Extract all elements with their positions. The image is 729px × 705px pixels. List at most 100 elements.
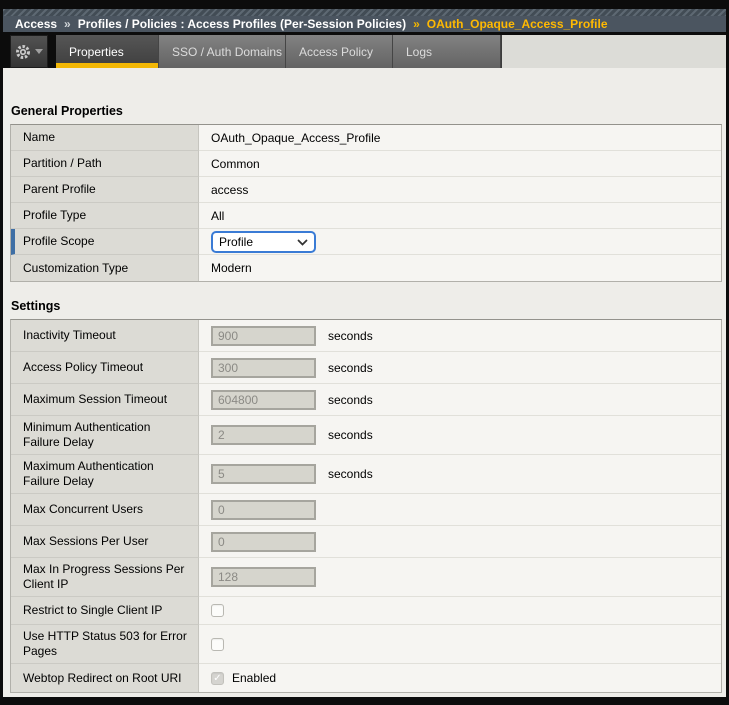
table-row: Profile Scope Profile — [11, 229, 721, 255]
row-label: Parent Profile — [11, 177, 199, 203]
table-row: Customization Type Modern — [11, 255, 721, 281]
max-in-progress-sessions-per-client-ip-input — [211, 567, 316, 587]
row-label: Maximum Authentication Failure Delay — [11, 455, 199, 494]
row-label-text: Customization Type — [23, 261, 128, 276]
row-value: access — [199, 177, 721, 203]
row-value: seconds — [199, 455, 721, 494]
table-row: Partition / Path Common — [11, 151, 721, 177]
webtop-redirect-on-root-uri-checkbox — [211, 672, 224, 685]
table-row: Name OAuth_Opaque_Access_Profile — [11, 125, 721, 151]
general-properties-title: General Properties — [11, 104, 722, 118]
tab-access-policy[interactable]: Access Policy — [286, 35, 393, 68]
row-value: Enabled — [199, 664, 721, 692]
use-http-status-503-for-error-pages-checkbox[interactable] — [211, 638, 224, 651]
gear-icon — [15, 44, 31, 60]
row-label-text: Partition / Path — [23, 156, 102, 171]
row-label-text: Parent Profile — [23, 182, 96, 197]
table-row: Parent Profile access — [11, 177, 721, 203]
access-policy-timeout-input — [211, 358, 316, 378]
restrict-to-single-client-ip-checkbox[interactable] — [211, 604, 224, 617]
row-value: seconds — [199, 320, 721, 352]
row-label-text: Maximum Session Timeout — [23, 392, 167, 407]
caret-down-icon — [35, 49, 43, 54]
tab-properties[interactable]: Properties — [56, 35, 159, 68]
row-label: Restrict to Single Client IP — [11, 597, 199, 625]
table-row: Max Concurrent Users — [11, 494, 721, 526]
row-value: All — [199, 203, 721, 229]
settings-table: Inactivity TimeoutsecondsAccess Policy T… — [10, 319, 722, 693]
profile-scope-select[interactable]: Profile — [211, 231, 316, 253]
row-label-text: Inactivity Timeout — [23, 328, 116, 343]
row-value: seconds — [199, 416, 721, 455]
row-value — [199, 597, 721, 625]
table-row: Maximum Session Timeout seconds — [11, 384, 721, 416]
tab-logs[interactable]: Logs — [393, 35, 501, 68]
breadcrumb-section-link[interactable]: Access — [15, 17, 57, 31]
minimum-authentication-failure-delay-input — [211, 425, 316, 445]
table-row: Profile Type All — [11, 203, 721, 229]
row-label-text: Max In Progress Sessions Per Client IP — [23, 562, 190, 592]
maximum-session-timeout-input — [211, 390, 316, 410]
row-value: OAuth_Opaque_Access_Profile — [199, 125, 721, 151]
row-value: seconds — [199, 384, 721, 416]
row-value — [199, 526, 721, 558]
row-value-text: Common — [211, 157, 260, 171]
row-label: Webtop Redirect on Root URI — [11, 664, 199, 692]
main-content: General Properties Name OAuth_Opaque_Acce… — [3, 68, 726, 697]
tab-label: Logs — [406, 45, 432, 59]
row-label: Profile Type — [11, 203, 199, 229]
row-label: Name — [11, 125, 199, 151]
row-label: Max Sessions Per User — [11, 526, 199, 558]
row-label-text: Minimum Authentication Failure Delay — [23, 420, 190, 450]
table-row: Maximum Authentication Failure Delayseco… — [11, 455, 721, 494]
row-value: Profile — [199, 229, 721, 255]
table-row: Inactivity Timeout seconds — [11, 320, 721, 352]
row-label: Max In Progress Sessions Per Client IP — [11, 558, 199, 597]
breadcrumb: Access » Profiles / Policies : Access Pr… — [3, 9, 726, 32]
breadcrumb-path-link[interactable]: Profiles / Policies : Access Profiles (P… — [78, 17, 406, 31]
breadcrumb-current-item: OAuth_Opaque_Access_Profile — [427, 17, 608, 31]
bigip-window: Access » Profiles / Policies : Access Pr… — [0, 0, 729, 705]
row-label: Customization Type — [11, 255, 199, 281]
row-value — [199, 625, 721, 664]
row-value — [199, 558, 721, 597]
row-value: Common — [199, 151, 721, 177]
row-label-text: Webtop Redirect on Root URI — [23, 671, 182, 686]
row-label: Max Concurrent Users — [11, 494, 199, 526]
checkbox-state-label: Enabled — [232, 671, 276, 685]
table-row: Webtop Redirect on Root URI Enabled — [11, 664, 721, 692]
row-label-text: Use HTTP Status 503 for Error Pages — [23, 629, 190, 659]
row-label-text: Profile Scope — [23, 234, 94, 249]
selected-option-label: Profile — [219, 235, 297, 249]
row-value-text: All — [211, 209, 224, 223]
max-sessions-per-user-input — [211, 532, 316, 552]
table-row: Access Policy Timeout seconds — [11, 352, 721, 384]
row-value-text: access — [211, 183, 248, 197]
row-label: Maximum Session Timeout — [11, 384, 199, 416]
tab-bar-filler — [501, 35, 726, 68]
chevron-down-icon — [297, 235, 308, 249]
table-row: Restrict to Single Client IP — [11, 597, 721, 625]
tab-sso-auth-domains[interactable]: SSO / Auth Domains — [159, 35, 286, 68]
unit-label: seconds — [328, 329, 373, 343]
table-row: Max Sessions Per User — [11, 526, 721, 558]
tab-label: Access Policy — [299, 45, 373, 59]
row-label: Partition / Path — [11, 151, 199, 177]
row-label-text: Profile Type — [23, 208, 86, 223]
unit-label: seconds — [328, 393, 373, 407]
tab-bar: Properties SSO / Auth Domains Access Polic… — [3, 32, 726, 68]
row-label-text: Access Policy Timeout — [23, 360, 143, 375]
inactivity-timeout-input — [211, 326, 316, 346]
unit-label: seconds — [328, 428, 373, 442]
max-concurrent-users-input — [211, 500, 316, 520]
row-label: Profile Scope — [11, 229, 199, 255]
unit-label: seconds — [328, 361, 373, 375]
breadcrumb-hatch-texture — [3, 9, 726, 16]
row-label-text: Name — [23, 130, 55, 145]
row-value-text: OAuth_Opaque_Access_Profile — [211, 131, 380, 145]
options-menu-button[interactable] — [10, 35, 48, 68]
settings-title: Settings — [11, 299, 722, 313]
tab-label: SSO / Auth Domains — [172, 45, 282, 59]
row-value: Modern — [199, 255, 721, 281]
row-value — [199, 494, 721, 526]
